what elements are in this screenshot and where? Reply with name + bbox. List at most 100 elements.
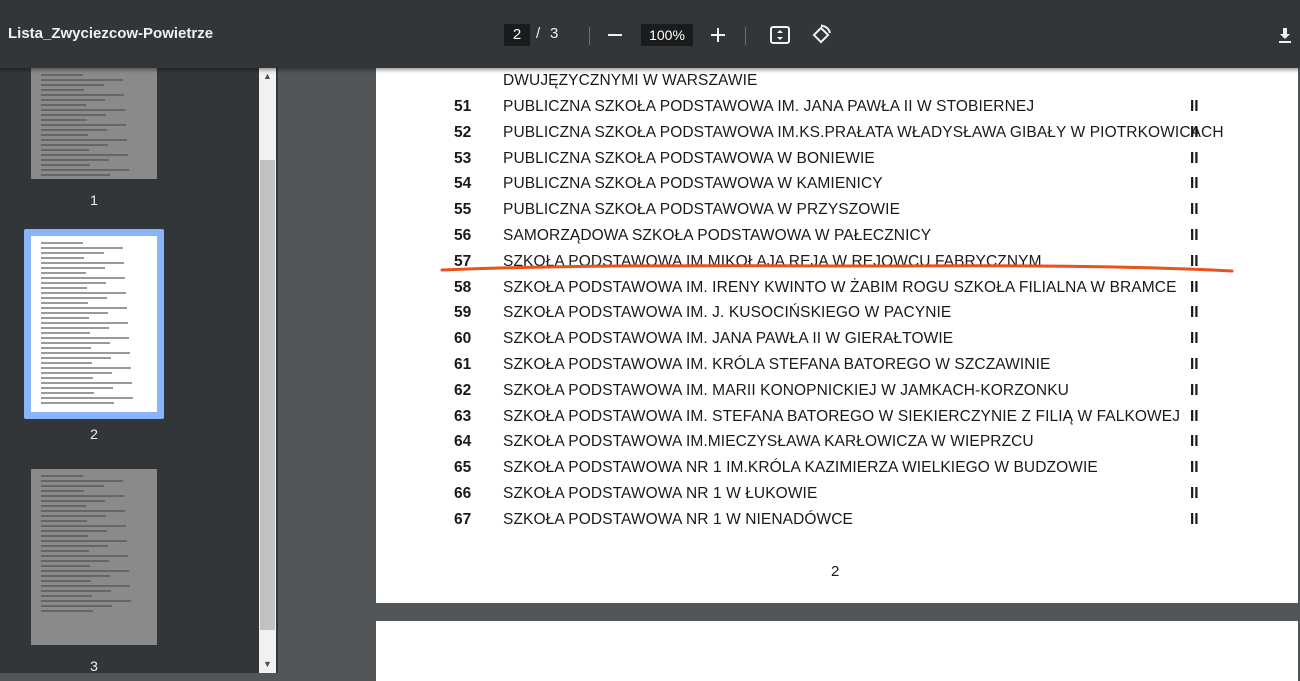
category-value: II [1190, 407, 1199, 425]
thumbnail-text-line [41, 535, 88, 537]
thumbnail-text-line [41, 387, 114, 389]
thumbnail-text-line [41, 377, 93, 379]
thumbnail-text-line [41, 267, 105, 269]
category-value: II [1190, 330, 1199, 348]
thumbnail-text-line [41, 242, 84, 244]
scroll-up-arrow-icon[interactable]: ▲ [259, 68, 276, 85]
thumbnail-text-line [41, 525, 126, 527]
thumbnail-label: 2 [90, 426, 98, 442]
row-number: 65 [454, 459, 472, 477]
thumbnail-page-2[interactable] [31, 236, 157, 412]
school-name: DWUJĘZYCZNYMI W WARSZAWIE [503, 72, 758, 89]
thumbnail-text-line [41, 307, 127, 309]
thumbnail-text-line [41, 397, 134, 399]
row-number: 54 [454, 175, 472, 193]
zoom-out-button[interactable] [600, 20, 630, 50]
list-row: 58 SZKOŁA PODSTAWOWA IM. IRENY KWINTO W Ż… [376, 279, 1298, 304]
category-value: II [1190, 98, 1199, 115]
thumbnail-text-line [41, 495, 124, 497]
list-row: 54 PUBLICZNA SZKOŁA PODSTAWOWA W KAMIENIC… [376, 175, 1298, 200]
row-number: 64 [454, 433, 472, 451]
thumbnail-text-line [41, 510, 125, 512]
row-number: 58 [454, 278, 472, 296]
thumbnail-text-line [41, 104, 86, 106]
fit-page-icon [770, 26, 790, 44]
thumbnail-text-line [41, 600, 132, 602]
category-value: II [1190, 433, 1199, 451]
thumbnail-text-line [41, 352, 131, 354]
thumbnail-text-line [41, 480, 123, 482]
thumbnail-text-line [41, 139, 127, 141]
rotate-button[interactable] [806, 20, 836, 50]
thumbnail-text-line [41, 347, 91, 349]
list-row: 57 SZKOŁA PODSTAWOWA IM MIKOŁAJA REJA W R… [376, 253, 1298, 278]
thumbnail-text-line [41, 332, 90, 334]
category-value: II [1190, 252, 1199, 270]
zoom-in-button[interactable] [703, 20, 733, 50]
thumbnail-text-line [41, 540, 127, 542]
pdf-toolbar: Lista_Zwyciezcow-Powietrze 2 / 3 100% [0, 0, 1300, 68]
thumbnail-text-line [41, 475, 84, 477]
page-footer-number: 2 [831, 563, 840, 580]
minus-icon [608, 34, 622, 36]
page-number-input[interactable]: 2 [504, 24, 530, 46]
category-value: II [1190, 485, 1199, 502]
thumbnail-text-line [41, 262, 124, 264]
thumbnail-text-line [41, 570, 129, 572]
fit-to-page-button[interactable] [765, 20, 795, 50]
school-name: PUBLICZNA SZKOŁA PODSTAWOWA IM. JANA PAW… [503, 98, 1035, 115]
thumbnail-text-line [41, 174, 110, 176]
category-value: II [1190, 123, 1199, 141]
list-row: 67 SZKOŁA PODSTAWOWA NR 1 W NIENADÓWCE II [376, 511, 1298, 536]
thumbnail-text-line [41, 605, 113, 607]
thumbnail-text-line [41, 392, 94, 394]
thumbnail-text-line [41, 317, 89, 319]
thumbnail-sidebar: 1 2 3 ▲ ▼ [0, 68, 278, 674]
thumbnail-text-line [41, 114, 106, 116]
thumbnail-text-line [41, 367, 132, 369]
thumbnail-text-line [41, 555, 128, 557]
thumbnail-text-line [41, 490, 85, 492]
school-name: SZKOŁA PODSTAWOWA IM. MARII KONOPNICKIEJ… [503, 381, 1069, 399]
school-name: SZKOŁA PODSTAWOWA NR 1 W NIENADÓWCE [503, 510, 853, 528]
thumbnail-text-line [41, 515, 106, 517]
thumbnail-text-line [41, 257, 85, 259]
school-name: SZKOŁA PODSTAWOWA IM. JANA PAWŁA II W GI… [503, 330, 954, 348]
thumbnail-text-line [41, 287, 87, 289]
thumbnail-text-line [41, 327, 109, 329]
category-value: II [1190, 381, 1199, 399]
category-value: II [1190, 175, 1199, 193]
thumbnail-page-3[interactable] [31, 469, 157, 645]
thumbnail-text-line [41, 550, 89, 552]
list-row: 66 SZKOŁA PODSTAWOWA NR 1 W ŁUKOWIE II [376, 485, 1298, 510]
scroll-down-arrow-icon[interactable]: ▼ [259, 656, 276, 673]
list-row: 62 SZKOŁA PODSTAWOWA IM. MARII KONOPNICKI… [376, 382, 1298, 407]
thumbnail-text-line [41, 565, 90, 567]
row-number: 56 [454, 227, 472, 244]
thumbnail-text-line [41, 149, 89, 151]
thumbnail-text-line [41, 169, 129, 171]
download-icon [1279, 28, 1291, 43]
thumbnail-text-line [41, 580, 91, 582]
row-number: 63 [454, 407, 472, 425]
thumbnail-page-1[interactable] [31, 68, 157, 179]
school-name: SZKOŁA PODSTAWOWA IM MIKOŁAJA REJA W REJ… [503, 252, 1042, 270]
thumbnail-text-line [41, 292, 126, 294]
thumbnail-text-line [41, 595, 92, 597]
school-name: SZKOŁA PODSTAWOWA IM. IRENY KWINTO W ŻAB… [503, 278, 1177, 296]
thumbnail-text-line [41, 530, 107, 532]
zoom-input[interactable]: 100% [641, 24, 693, 46]
scrollbar-thumb[interactable] [260, 160, 275, 630]
list-row: 51 PUBLICZNA SZKOŁA PODSTAWOWA IM. JANA P… [376, 98, 1298, 123]
row-number: 59 [454, 304, 472, 322]
row-number: 61 [454, 356, 472, 373]
thumbnail-text-line [41, 520, 87, 522]
thumbnail-text-line [41, 357, 111, 359]
thumbnail-text-line [41, 144, 108, 146]
thumbnail-text-line [41, 342, 110, 344]
thumbnail-text-line [41, 252, 104, 254]
category-value: II [1190, 356, 1199, 373]
row-number: 53 [454, 149, 472, 167]
download-button[interactable] [1270, 20, 1300, 50]
sidebar-scrollbar[interactable]: ▲ ▼ [259, 68, 276, 673]
